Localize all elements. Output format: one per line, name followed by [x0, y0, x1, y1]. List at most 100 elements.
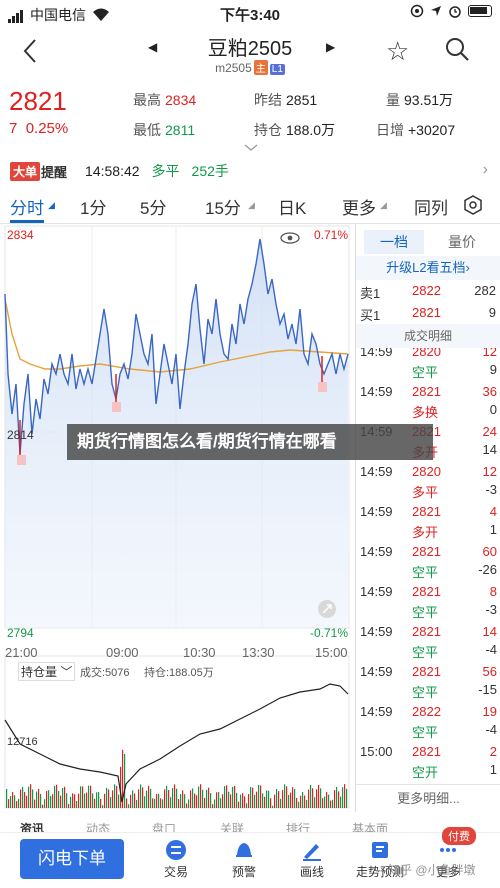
tab-intraday[interactable]: 分时 — [10, 194, 44, 219]
draw-line-button[interactable]: 画线 — [282, 839, 342, 880]
volume-bar — [38, 788, 40, 808]
tab-1min[interactable]: 1分 — [80, 194, 106, 219]
volume-bar — [178, 798, 180, 808]
settings-icon[interactable] — [463, 195, 483, 215]
tab-volume-price[interactable]: 量价 — [448, 232, 476, 252]
fullscreen-icon[interactable] — [318, 600, 336, 618]
volume-bar — [52, 794, 54, 808]
volume-label: 成交:5076 — [80, 667, 130, 679]
volume-bar — [342, 787, 344, 808]
tab-15min[interactable]: 15分 — [205, 194, 241, 219]
alarm-icon — [449, 6, 461, 18]
big-order-tag: 大单 — [10, 161, 41, 181]
tab-related[interactable]: 关联 — [220, 820, 244, 832]
zhihu-credit: 知乎 @小鱼胖墩 — [388, 863, 476, 877]
alert-button[interactable]: 预警 — [214, 839, 274, 880]
favorite-star-icon[interactable]: ☆ — [386, 36, 409, 67]
intraday-dropdown-icon[interactable]: ◢ — [48, 200, 55, 211]
tab-news[interactable]: 资讯 — [20, 820, 44, 832]
volume-bar — [226, 785, 228, 808]
volume-bar — [8, 799, 10, 808]
tab-same-list[interactable]: 同列 — [414, 194, 448, 219]
order-book-panel: 一档 量价 升级L2看五档› 卖1 2822 282 买1 2821 9 成交明… — [355, 224, 500, 812]
volume-bar — [86, 792, 88, 808]
volume-bar — [28, 786, 30, 808]
big-order-alert[interactable]: 大单 提醒 14:58:42 多平 252手 › — [0, 156, 500, 186]
volume-bar — [84, 793, 86, 808]
tab-more[interactable]: 更多 — [342, 194, 376, 219]
volume-bar — [104, 793, 106, 808]
volume-bar — [96, 792, 98, 808]
price-low-label: 2794 — [7, 626, 34, 640]
eye-icon[interactable] — [280, 232, 300, 244]
trade-detail-header: 成交明细 — [356, 324, 500, 348]
volume-bar — [326, 792, 328, 808]
tab-5min[interactable]: 5分 — [140, 194, 166, 219]
ask-row: 卖1 2822 282 — [360, 283, 496, 301]
volume-bar — [90, 785, 92, 808]
volume-bar — [134, 793, 136, 808]
volume-bar — [190, 790, 192, 808]
location-icon — [431, 6, 441, 16]
volume-bar — [240, 794, 242, 808]
signal-marker — [318, 382, 327, 392]
more-details-link[interactable]: 更多明细... — [356, 784, 500, 812]
more-dropdown-icon[interactable]: ◢ — [380, 200, 387, 211]
tab-fundamentals[interactable]: 基本面 — [352, 820, 388, 832]
next-contract-icon[interactable]: ▶ — [326, 40, 335, 54]
trade-row: 14:59 2821 4 多开 1 — [360, 504, 497, 540]
volume-bar — [236, 792, 238, 808]
alert-qty: 252手 — [191, 163, 229, 179]
volume-bar — [16, 801, 18, 808]
time-tick: 10:30 — [183, 645, 216, 660]
volume-bar — [294, 789, 296, 808]
alert-type: 多平 — [151, 163, 180, 179]
volume-bar — [260, 785, 262, 808]
volume-bar — [132, 790, 134, 808]
volume-bar — [160, 798, 162, 808]
bottom-action-bar: 闪电下单 交易 预警 画线 走势预测 更多 付费 知乎 @小鱼胖墩 — [0, 827, 500, 888]
volume-bar — [300, 795, 302, 808]
volume-bar — [252, 787, 254, 808]
volume-bar — [40, 793, 42, 808]
volume-bar — [62, 788, 64, 808]
volume-bar — [72, 793, 74, 808]
volume-bar — [106, 787, 108, 808]
volume-bar — [92, 793, 94, 808]
daily-increase-field: 日增 +30207 — [376, 122, 456, 138]
search-icon[interactable] — [444, 36, 470, 67]
volume-bar — [264, 796, 266, 808]
volume-bar — [180, 793, 182, 808]
expand-chevron-icon[interactable] — [244, 144, 258, 152]
contract-subtitle: m2505 主 L1 — [215, 60, 285, 75]
tab-dynamics[interactable]: 动态 — [86, 820, 110, 832]
volume-bar — [238, 801, 240, 808]
volume-bar — [312, 788, 314, 808]
flash-order-button[interactable]: 闪电下单 — [20, 839, 124, 879]
trade-button[interactable]: 交易 — [146, 839, 206, 880]
volume-bar — [94, 798, 96, 808]
price-change: 7 0.25% — [9, 120, 69, 137]
trade-list[interactable]: 14:59282012空平914:59282136多换014:59282124多… — [356, 348, 500, 788]
tab-level1[interactable]: 一档 — [364, 230, 424, 254]
oi-axis-label: 12716 — [7, 736, 38, 748]
volume-bar — [224, 786, 226, 808]
tab-ranking[interactable]: 排行 — [286, 820, 310, 832]
volume-bar — [12, 792, 14, 808]
volume-bar — [246, 803, 248, 808]
volume-bar — [320, 788, 322, 808]
tab-handicap[interactable]: 盘口 — [152, 820, 176, 832]
volume-bar — [66, 793, 68, 808]
trade-row: 15:00 2821 2 空开 1 — [360, 744, 497, 780]
volume-bar — [290, 792, 292, 808]
upgrade-l2-link[interactable]: 升级L2看五档› — [356, 256, 500, 280]
volume-bar — [284, 784, 286, 808]
intraday-chart[interactable]: 2834 0.71% 2814 2794 -0.71% 21:00 09:00 … — [0, 224, 354, 820]
tab-daily-k[interactable]: 日K — [278, 194, 306, 219]
15min-dropdown-icon[interactable]: ◢ — [248, 200, 255, 211]
time-tick: 21:00 — [5, 645, 38, 660]
time-tick: 15:00 — [315, 645, 348, 660]
volume-bar — [68, 803, 70, 808]
chevron-right-icon: › — [482, 161, 488, 178]
oi-selector[interactable]: 持仓量 ﹀ — [18, 662, 76, 681]
